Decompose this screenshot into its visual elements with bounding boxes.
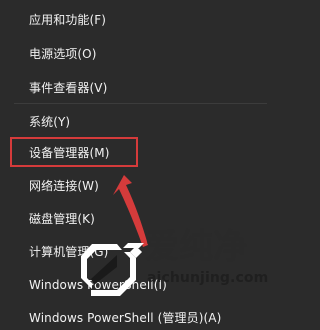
winx-context-menu: 应用和功能(F) 电源选项(O) 事件查看器(V) 系统(Y) 设备管理器(M)… (0, 0, 267, 325)
menu-item-power-options[interactable]: 电源选项(O) (29, 42, 97, 66)
menu-item-network-connections[interactable]: 网络连接(W) (29, 174, 99, 198)
highlight-box (10, 137, 138, 167)
menu-item-apps-and-features[interactable]: 应用和功能(F) (29, 8, 106, 32)
menu-item-windows-powershell-admin[interactable]: Windows PowerShell (管理员)(A) (29, 306, 221, 330)
menu-item-event-viewer[interactable]: 事件查看器(V) (29, 76, 107, 100)
menu-item-system[interactable]: 系统(Y) (29, 110, 70, 134)
menu-item-windows-powershell[interactable]: Windows PowerShell(I) (29, 273, 167, 297)
menu-item-computer-management[interactable]: 计算机管理(G) (29, 240, 108, 264)
menu-item-disk-management[interactable]: 磁盘管理(K) (29, 207, 95, 231)
menu-separator (14, 103, 267, 104)
